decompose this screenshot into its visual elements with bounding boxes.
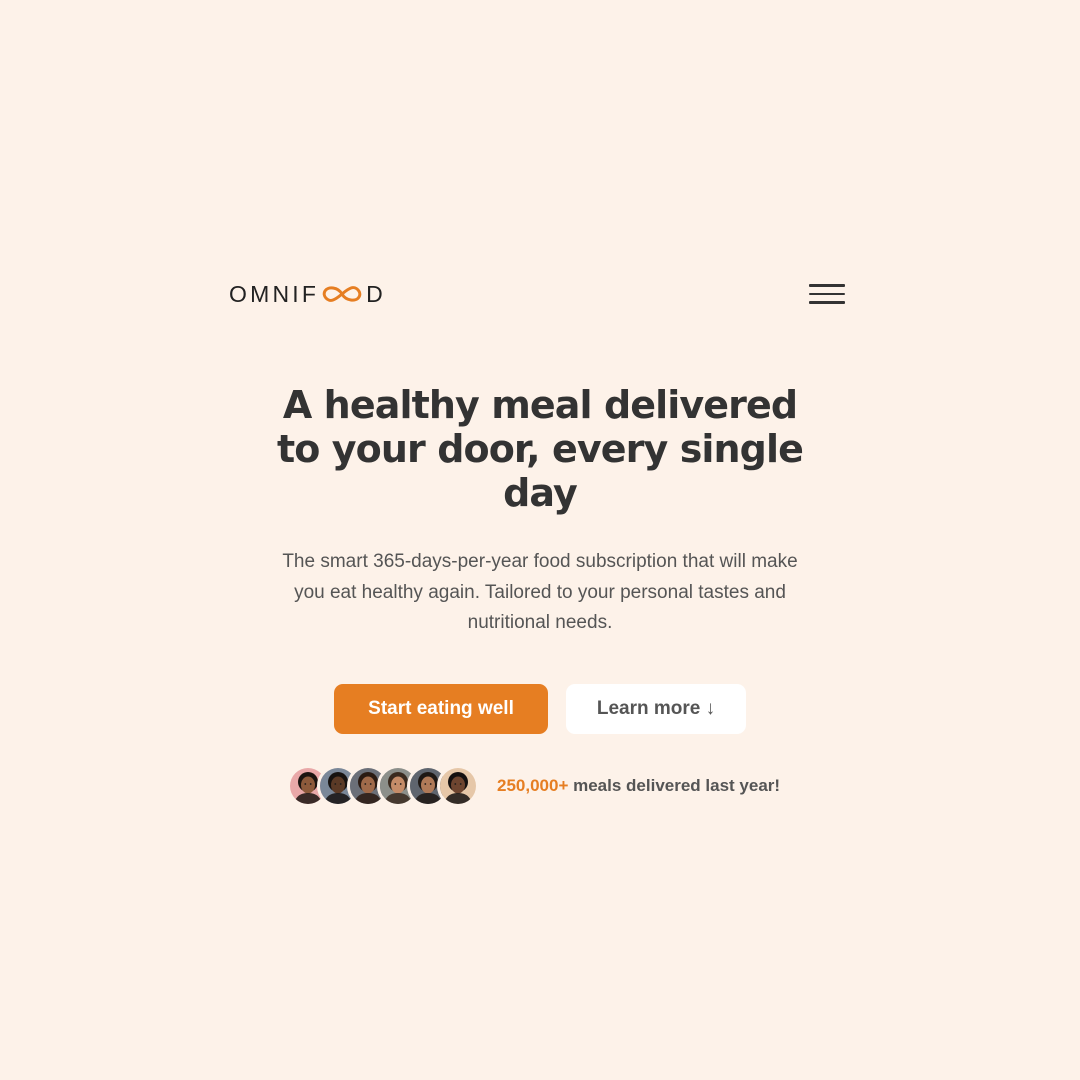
menu-line bbox=[809, 301, 845, 304]
meals-delivered: 250,000+ meals delivered last year! bbox=[287, 765, 780, 807]
infinity-icon bbox=[320, 283, 364, 305]
site-header: OMNIF D bbox=[229, 278, 845, 310]
meals-delivered-text: 250,000+ meals delivered last year! bbox=[497, 776, 780, 796]
customer-avatars bbox=[287, 765, 479, 807]
hero-title: A healthy meal delivered to your door, e… bbox=[277, 383, 804, 515]
menu-line bbox=[809, 292, 845, 296]
menu-line bbox=[809, 284, 845, 287]
hero-buttons: Start eating well Learn more ↓ bbox=[0, 684, 1080, 734]
learn-more-button[interactable]: Learn more ↓ bbox=[566, 684, 746, 734]
customer-avatar bbox=[437, 765, 479, 807]
logo-text-suffix: D bbox=[366, 280, 386, 307]
logo-text-prefix: OMNIF bbox=[229, 280, 320, 307]
hamburger-menu-icon[interactable] bbox=[809, 281, 845, 307]
hero-description: The smart 365-days-per-year food subscri… bbox=[282, 551, 798, 633]
logo[interactable]: OMNIF D bbox=[229, 281, 386, 308]
start-eating-button[interactable]: Start eating well bbox=[334, 684, 548, 734]
meals-count: 250,000+ bbox=[497, 776, 569, 795]
meals-label: meals delivered last year! bbox=[568, 776, 781, 795]
hero-section: A healthy meal delivered to your door, e… bbox=[0, 383, 1080, 639]
landing-page: OMNIF D A healthy meal delivered to your… bbox=[0, 0, 1080, 1080]
